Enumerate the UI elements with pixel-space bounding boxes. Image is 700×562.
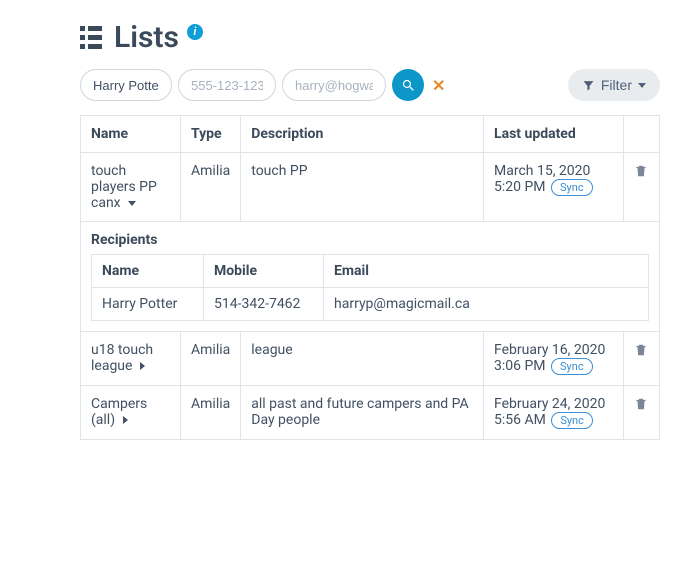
clear-search-icon[interactable]: ✕: [430, 76, 447, 95]
search-button[interactable]: [392, 69, 424, 101]
search-icon: [401, 78, 416, 93]
sync-badge[interactable]: Sync: [551, 179, 593, 196]
search-bar: ✕ Filter: [80, 69, 660, 101]
name-search-input[interactable]: [80, 69, 172, 101]
delete-button[interactable]: [634, 396, 648, 412]
list-description: touch PP: [241, 153, 484, 222]
list-updated: March 15, 2020 5:20 PM Sync: [484, 153, 624, 222]
page-title: Lists: [114, 20, 179, 55]
filter-label: Filter: [601, 77, 632, 93]
recipient-name: Harry Potter: [92, 288, 204, 321]
recipients-column-name: Name: [92, 255, 204, 288]
recipients-title: Recipients: [91, 232, 649, 248]
trash-icon: [634, 163, 648, 179]
chevron-down-icon: [638, 83, 646, 88]
filter-button[interactable]: Filter: [568, 69, 660, 101]
recipients-table: Name Mobile Email Harry Potter 514-342-7…: [91, 254, 649, 321]
column-header-type[interactable]: Type: [181, 116, 241, 153]
table-row: u18 touch league Amilia league February …: [81, 332, 660, 386]
list-updated: February 24, 2020 5:56 AM Sync: [484, 386, 624, 440]
list-name-link[interactable]: Campers (all): [91, 396, 147, 428]
list-description: league: [241, 332, 484, 386]
recipient-mobile: 514-342-7462: [204, 288, 324, 321]
sync-badge[interactable]: Sync: [551, 412, 593, 429]
recipients-column-email: Email: [324, 255, 649, 288]
recipients-row: Harry Potter 514-342-7462 harryp@magicma…: [92, 288, 649, 321]
recipients-panel: Recipients Name Mobile Email Harry Potte…: [81, 222, 660, 332]
column-header-name[interactable]: Name: [81, 116, 181, 153]
trash-icon: [634, 342, 648, 358]
email-search-input[interactable]: [282, 69, 386, 101]
sync-badge[interactable]: Sync: [551, 358, 593, 375]
list-name-link[interactable]: u18 touch league: [91, 342, 153, 374]
filter-icon: [582, 79, 595, 92]
column-header-updated[interactable]: Last updated: [484, 116, 624, 153]
list-description: all past and future campers and PA Day p…: [241, 386, 484, 440]
column-header-actions: [624, 116, 660, 153]
table-row: Campers (all) Amilia all past and future…: [81, 386, 660, 440]
lists-table: Name Type Description Last updated touch…: [80, 115, 660, 440]
phone-search-input[interactable]: [178, 69, 276, 101]
delete-button[interactable]: [634, 342, 648, 358]
chevron-right-icon: [123, 416, 128, 424]
column-header-description[interactable]: Description: [241, 116, 484, 153]
list-type: Amilia: [181, 153, 241, 222]
delete-button[interactable]: [634, 163, 648, 179]
recipients-column-mobile: Mobile: [204, 255, 324, 288]
list-name-link[interactable]: touch players PP canx: [91, 163, 157, 211]
chevron-down-icon: [128, 201, 136, 206]
chevron-right-icon: [140, 362, 145, 370]
list-type: Amilia: [181, 332, 241, 386]
list-icon: [80, 26, 102, 49]
trash-icon: [634, 396, 648, 412]
list-updated: February 16, 2020 3:06 PM Sync: [484, 332, 624, 386]
table-row: touch players PP canx Amilia touch PP Ma…: [81, 153, 660, 222]
info-icon[interactable]: i: [187, 24, 203, 40]
list-type: Amilia: [181, 386, 241, 440]
recipient-email: harryp@magicmail.ca: [324, 288, 649, 321]
